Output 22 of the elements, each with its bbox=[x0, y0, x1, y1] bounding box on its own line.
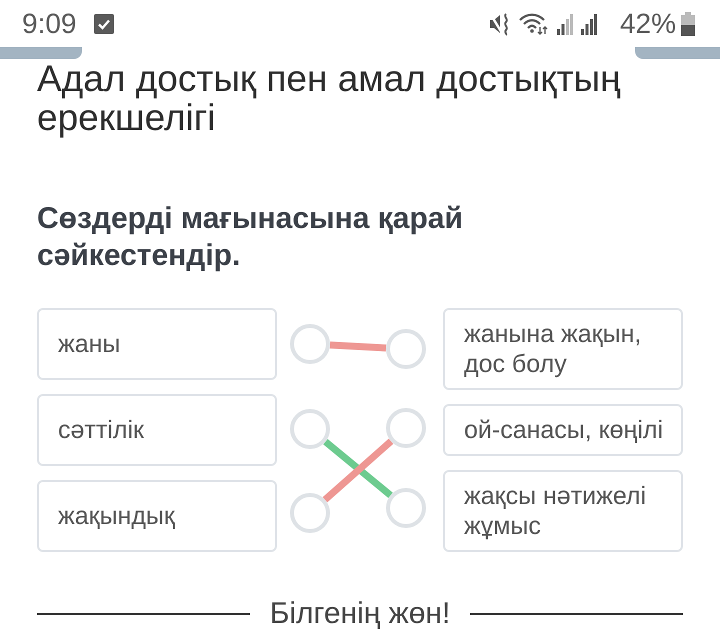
lesson-title: Адал достық пен амал достықтың ерекшелігі bbox=[37, 59, 622, 137]
match-card[interactable]: жақындық bbox=[37, 480, 277, 552]
battery-percentage: 42% bbox=[620, 8, 676, 40]
ring-icon[interactable] bbox=[290, 493, 330, 533]
wifi-icon bbox=[518, 12, 549, 34]
signal-icon bbox=[580, 12, 597, 34]
ring-icon[interactable] bbox=[290, 324, 330, 364]
footer-heading: Білгенің жөн! bbox=[270, 597, 450, 631]
ring-icon[interactable] bbox=[290, 409, 330, 449]
signal-icon bbox=[556, 12, 573, 34]
checkbox-icon bbox=[94, 14, 114, 34]
status-time: 9:09 bbox=[22, 8, 76, 40]
battery-icon bbox=[681, 12, 695, 36]
ring-icon[interactable] bbox=[386, 329, 426, 369]
question-text: Сөздерді мағынасына қарай сәйкестендір. bbox=[37, 201, 464, 274]
ring-icon[interactable] bbox=[386, 488, 426, 528]
match-card[interactable]: жанына жақын, дос болу bbox=[443, 308, 683, 390]
match-card[interactable]: ой-санасы, көңілі bbox=[443, 404, 683, 456]
match-card[interactable]: жаны bbox=[37, 308, 277, 380]
match-card[interactable]: жақсы нәтижелі жұмыс bbox=[443, 470, 683, 552]
ring-icon[interactable] bbox=[386, 408, 426, 448]
match-card[interactable]: сәттілік bbox=[37, 394, 277, 466]
